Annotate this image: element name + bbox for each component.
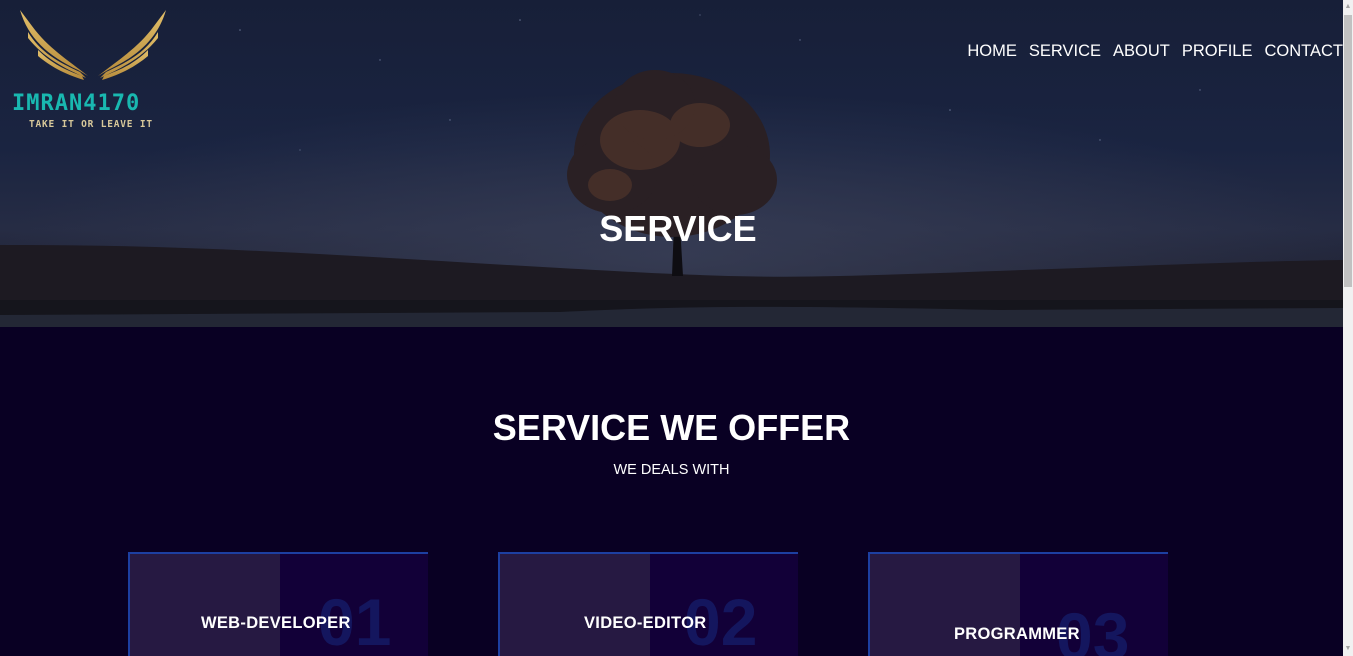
- main-nav: HOME SERVICE ABOUT PROFILE CONTACT: [961, 42, 1343, 61]
- logo-name: IMRAN4170: [12, 91, 141, 116]
- nav-contact[interactable]: CONTACT: [1258, 42, 1343, 61]
- service-card-programmer[interactable]: 03 PROGRAMMER: [868, 552, 1168, 656]
- services-section: SERVICE WE OFFER WE DEALS WITH 01 WEB-DE…: [0, 327, 1343, 656]
- service-card-web-developer[interactable]: 01 WEB-DEVELOPER: [128, 552, 428, 656]
- nav-service[interactable]: SERVICE: [1023, 42, 1107, 61]
- hero-title: SERVICE: [599, 208, 757, 249]
- scroll-down-arrow-icon[interactable]: ▼: [1344, 644, 1352, 654]
- hero-banner: IMRAN4170 TAKE IT OR LEAVE IT HOME SERVI…: [0, 0, 1343, 327]
- card-label: WEB-DEVELOPER: [201, 614, 351, 632]
- service-card-video-editor[interactable]: 02 VIDEO-EDITOR: [498, 552, 798, 656]
- scroll-up-arrow-icon[interactable]: ▲: [1344, 2, 1352, 12]
- nav-about[interactable]: ABOUT: [1107, 42, 1176, 61]
- wings-icon: [20, 10, 166, 80]
- services-title: SERVICE WE OFFER: [492, 407, 851, 448]
- nav-profile[interactable]: PROFILE: [1176, 42, 1259, 61]
- site-logo[interactable]: IMRAN4170 TAKE IT OR LEAVE IT: [10, 8, 180, 138]
- scrollbar-thumb[interactable]: [1344, 15, 1352, 287]
- card-label: VIDEO-EDITOR: [584, 614, 707, 632]
- nav-home[interactable]: HOME: [961, 42, 1023, 61]
- vertical-scrollbar[interactable]: ▲ ▼: [1343, 0, 1353, 656]
- services-subtitle: WE DEALS WITH: [613, 462, 730, 478]
- logo-tagline: TAKE IT OR LEAVE IT: [29, 119, 153, 130]
- card-label: PROGRAMMER: [954, 625, 1080, 643]
